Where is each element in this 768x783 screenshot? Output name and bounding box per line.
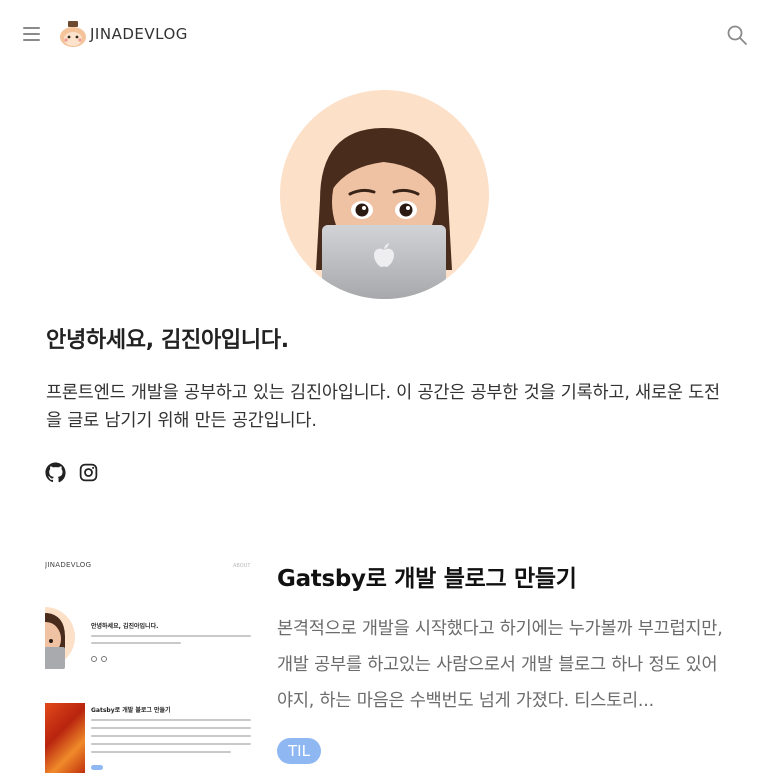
profile-avatar	[280, 90, 489, 299]
post-card[interactable]: JINADEVLOG ABOUT 안녕하세요, 김진아입니다. Gatsby로 …	[0, 545, 768, 783]
thumbnail-text-line	[91, 642, 181, 644]
social-links	[45, 462, 99, 483]
thumbnail-avatar-image	[45, 607, 75, 669]
intro-description: 프론트엔드 개발을 공부하고 있는 김진아입니다. 이 공간은 공부한 것을 기…	[46, 383, 720, 431]
instagram-icon[interactable]	[78, 462, 99, 483]
logo-text: JINADEVLOG	[90, 25, 188, 43]
logo-cat-icon	[60, 21, 86, 47]
thumbnail-social-icons	[91, 656, 107, 662]
intro-title: 안녕하세요, 김진아입니다.	[46, 328, 289, 353]
thumbnail-about-text: ABOUT	[233, 563, 251, 569]
post-excerpt: 본격적으로 개발을 시작했다고 하기에는 누가볼까 부끄럽지만, 개발 공부를 …	[277, 619, 723, 711]
post-thumbnail[interactable]: JINADEVLOG ABOUT 안녕하세요, 김진아입니다. Gatsby로 …	[45, 555, 255, 783]
thumbnail-intro-title: 안녕하세요, 김진아입니다.	[91, 623, 159, 630]
hamburger-menu-icon[interactable]	[22, 25, 42, 43]
github-icon[interactable]	[45, 462, 66, 483]
thumbnail-text-line	[91, 735, 251, 737]
thumbnail-text-line	[91, 635, 251, 637]
thumbnail-text-line	[91, 719, 251, 721]
thumbnail-logo-text: JINADEVLOG	[45, 561, 92, 569]
thumbnail-post-title: Gatsby로 개발 블로그 만들기	[91, 707, 171, 714]
site-logo[interactable]: JINADEVLOG	[58, 20, 188, 48]
thumbnail-text-line	[91, 751, 231, 753]
thumbnail-tag	[91, 765, 103, 770]
thumbnail-text-line	[91, 743, 251, 745]
thumbnail-post-image	[45, 703, 85, 773]
post-title[interactable]: Gatsby로 개발 블로그 만들기	[277, 559, 577, 593]
tag-badge[interactable]: TIL	[277, 738, 321, 764]
site-header: JINADEVLOG	[0, 0, 768, 70]
search-icon[interactable]	[726, 24, 748, 46]
thumbnail-text-line	[91, 727, 251, 729]
